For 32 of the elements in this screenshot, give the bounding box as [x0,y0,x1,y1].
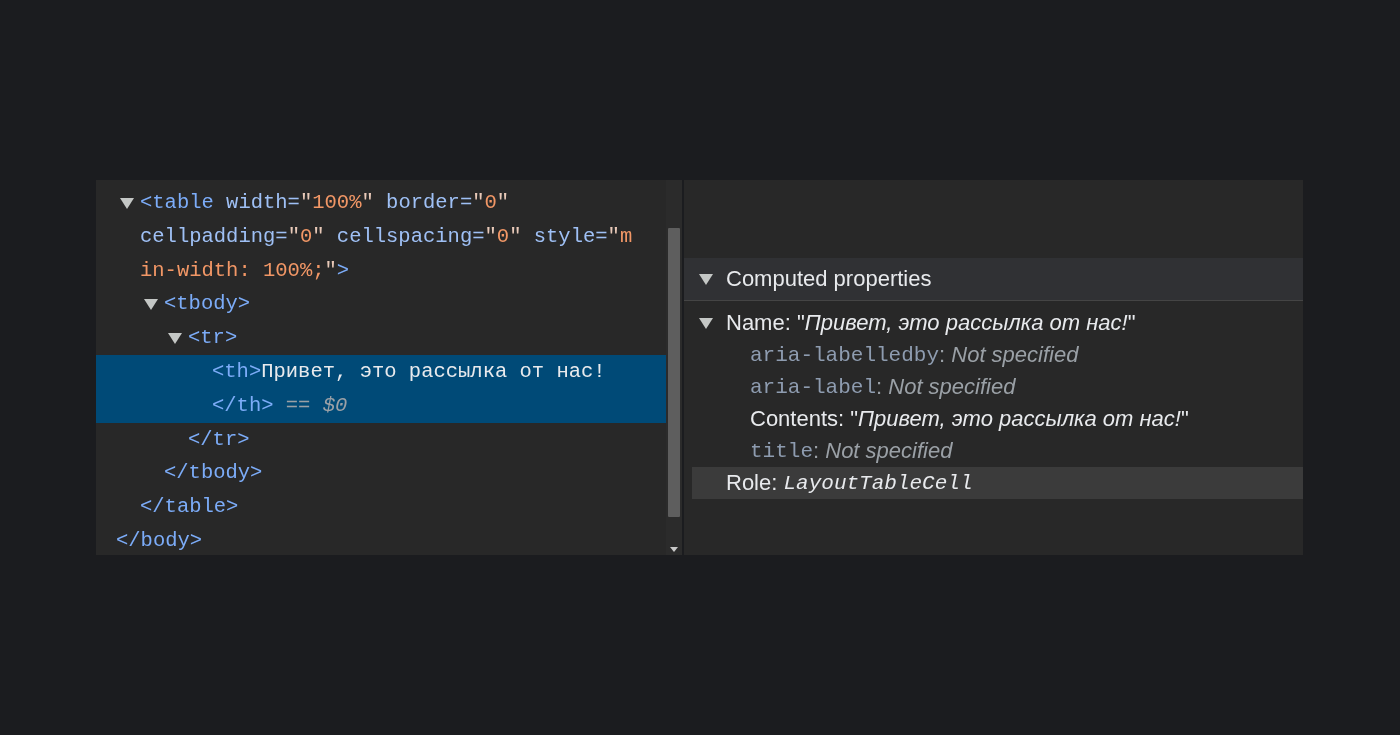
collapse-arrow-icon[interactable] [144,298,158,311]
property-value: "Привет, это рассылка от нас!" [796,310,1136,336]
property-name: aria-label [750,375,877,399]
property-value: : Not specified [813,438,953,464]
code-line: <th>Привет, это рассылка от нас! [212,359,606,385]
property-name: aria-labelledby [750,343,940,367]
property-name: title [750,439,813,463]
property-value: : Not specified [876,374,1016,400]
code-line: <tr> [188,325,238,352]
code-line: </tr> [188,426,250,453]
code-line: </tbody> [164,460,263,487]
code-line: <table width="100%" border="0" [140,190,510,216]
code-line: <tbody> [164,291,251,318]
property-value: : Not specified [939,342,1079,368]
collapse-arrow-icon[interactable] [120,196,134,209]
collapse-arrow-icon[interactable] [699,317,713,329]
code-line: in-width: 100%;"> [140,257,350,284]
collapse-arrow-icon[interactable] [168,332,182,345]
scrollbar-thumb[interactable] [668,228,680,517]
code-line: </table> [140,494,239,521]
property-name: Contents: [750,406,846,432]
code-line: </th> == $0 [212,392,348,419]
collapse-arrow-icon[interactable] [699,273,713,285]
property-value: LayoutTableCell [783,471,973,495]
selected-node-highlight[interactable]: <th>Привет, это рассылка от нас! </th> == $0 [96,355,666,423]
property-name: Role: [726,470,779,496]
scroll-down-icon[interactable] [669,547,679,553]
property-name: Name: [726,310,792,336]
code-line: </body> [116,527,203,554]
highlighted-row[interactable]: Role: LayoutTableCell [692,467,1303,499]
code-line: cellpadding="0" cellspacing="0" style="m [140,223,633,250]
property-value: "Привет, это рассылка от нас!" [850,406,1189,432]
